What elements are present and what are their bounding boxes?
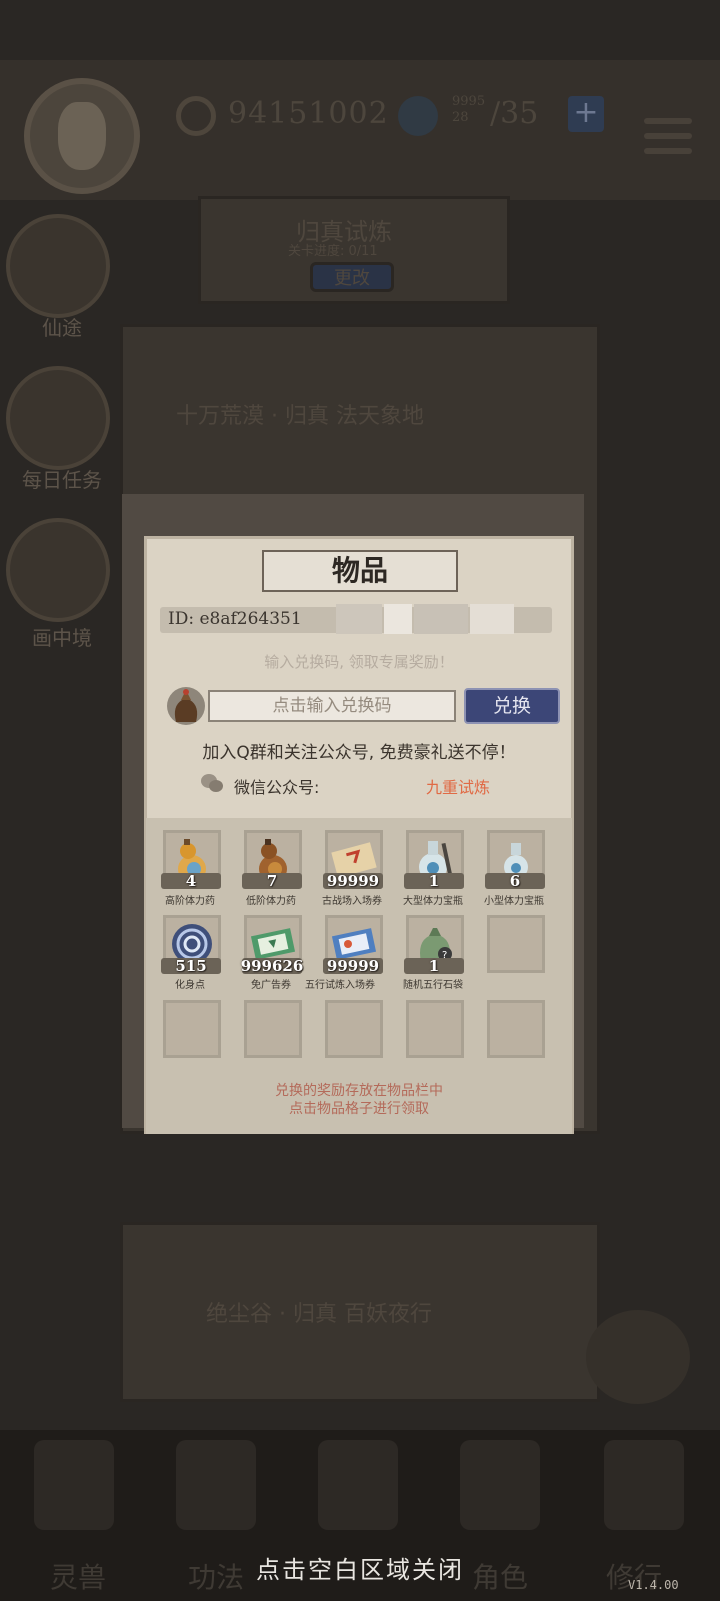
trial-progress: 关卡进度: 0/11	[288, 244, 378, 259]
cauldron-icon[interactable]	[586, 1310, 690, 1404]
item-name: 古战场入场券	[322, 896, 382, 907]
empty-item-cell[interactable]	[487, 915, 545, 973]
center-nav-icon[interactable]	[318, 1440, 398, 1530]
redaction-block	[470, 604, 514, 634]
bag-icon	[167, 687, 205, 725]
practice-nav-icon[interactable]	[604, 1440, 684, 1530]
item-name: 化身点	[175, 980, 205, 991]
wechat-account-name: 九重试炼	[426, 778, 491, 797]
empty-item-cell[interactable]	[163, 1000, 221, 1058]
item-qty: 515	[175, 957, 207, 975]
empty-item-cell[interactable]	[406, 1000, 464, 1058]
dialog-title: 物品	[262, 550, 458, 592]
skill-nav-icon[interactable]	[176, 1440, 256, 1530]
menu-icon[interactable]	[644, 118, 692, 162]
empty-item-cell[interactable]	[244, 1000, 302, 1058]
sidebar-item-xiantu[interactable]	[6, 214, 110, 318]
item-qty: 99999	[326, 957, 380, 975]
redaction-block	[336, 604, 382, 634]
coin-icon	[176, 96, 216, 136]
role-nav-icon[interactable]	[460, 1440, 540, 1530]
item-name: 大型体力宝瓶	[403, 896, 463, 907]
avatar[interactable]	[24, 78, 140, 194]
stage-title-2: 绝尘谷 · 归真 百妖夜行	[206, 1302, 432, 1327]
item-qty: 99999	[326, 872, 380, 890]
redeem-code-input[interactable]: 点击输入兑换码	[208, 690, 456, 722]
add-stamina-button[interactable]: +	[568, 96, 604, 132]
item-name: 小型体力宝瓶	[484, 896, 544, 907]
stage-title: 十万荒漠 · 归真 法天象地	[176, 404, 424, 429]
item-name: 五行试炼入场券	[305, 980, 375, 991]
coin-count: 94151002	[228, 96, 389, 131]
empty-item-cell[interactable]	[325, 1000, 383, 1058]
item-qty: 1	[428, 872, 440, 890]
close-hint[interactable]: 点击空白区域关闭	[0, 1550, 720, 1585]
redaction-block	[414, 604, 468, 634]
item-qty: 1	[428, 957, 440, 975]
sidebar-item-label: 每日任务	[22, 468, 102, 492]
wechat-icon	[201, 774, 223, 792]
sidebar-item-label: 仙途	[42, 316, 82, 340]
item-qty: 999626	[240, 957, 304, 975]
item-qty: 7	[266, 872, 278, 890]
redaction-block	[384, 604, 412, 634]
wechat-label: 微信公众号:	[234, 778, 320, 797]
redeem-button[interactable]: 兑换	[464, 688, 560, 724]
footer-note-2: 点击物品格子进行领取	[289, 1101, 429, 1117]
empty-item-cell[interactable]	[487, 1000, 545, 1058]
item-qty: 4	[185, 872, 197, 890]
stamina-small: 9995 28	[452, 94, 486, 125]
beast-nav-icon[interactable]	[34, 1440, 114, 1530]
item-name: 低阶体力药	[246, 896, 296, 907]
sidebar-item-daily[interactable]	[6, 366, 110, 470]
player-id: ID: e8af264351	[168, 609, 302, 629]
sidebar-item-painting[interactable]	[6, 518, 110, 622]
stamina-icon	[398, 96, 438, 136]
item-name: 随机五行石袋	[403, 980, 463, 991]
redeem-hint: 输入兑换码, 领取专属奖励！	[264, 653, 454, 671]
footer-note-1: 兑换的奖励存放在物品栏中	[275, 1083, 443, 1099]
join-group-text: 加入Q群和关注公众号, 免费豪礼送不停！	[202, 743, 516, 763]
sidebar-item-label: 画中境	[32, 626, 92, 650]
item-name: 高阶体力药	[165, 896, 215, 907]
version-label: V1.4.00	[628, 1578, 679, 1592]
stamina-count: /35	[490, 96, 539, 131]
item-qty: 6	[509, 872, 521, 890]
